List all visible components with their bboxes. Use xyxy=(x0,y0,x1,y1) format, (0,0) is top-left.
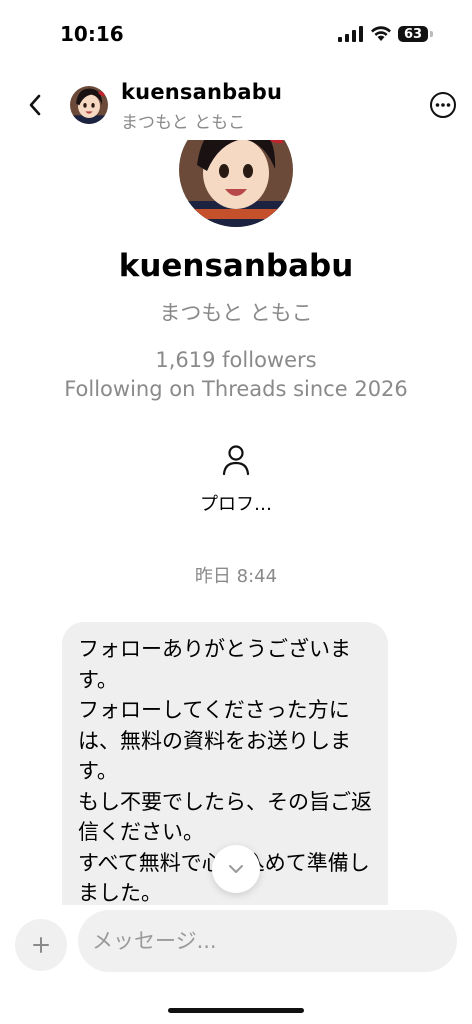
chat-header: kuensanbabu まつもと ともこ xyxy=(0,70,472,140)
status-bar: 10:16 63 xyxy=(0,0,472,70)
more-icon[interactable] xyxy=(429,91,457,119)
chevron-down-icon xyxy=(229,865,243,873)
message-composer xyxy=(0,905,472,1024)
following-since: Following on Threads since 2026 xyxy=(64,377,408,401)
profile-display-name: まつもと ともこ xyxy=(159,301,313,325)
status-time: 10:16 xyxy=(60,22,124,46)
header-username[interactable]: kuensanbabu xyxy=(121,80,282,104)
home-indicator xyxy=(168,1008,304,1013)
header-display-name: まつもと ともこ xyxy=(121,113,246,133)
plus-icon xyxy=(33,937,49,953)
scroll-to-bottom-button[interactable] xyxy=(212,845,260,893)
battery-tip xyxy=(430,31,433,37)
message-timestamp: 昨日 8:44 xyxy=(194,566,278,587)
view-profile-label: プロフ… xyxy=(200,494,272,515)
header-avatar[interactable] xyxy=(70,86,108,124)
profile-username: kuensanbabu xyxy=(118,248,354,284)
wifi-icon xyxy=(371,26,391,41)
signal-icon xyxy=(338,26,363,42)
view-profile-button[interactable]: プロフ… xyxy=(186,442,286,522)
followers-count: 1,619 followers xyxy=(155,348,317,372)
person-icon xyxy=(222,445,250,476)
message-input[interactable] xyxy=(78,910,457,972)
back-icon[interactable] xyxy=(24,90,46,120)
add-attachment-button[interactable] xyxy=(15,919,67,971)
battery-icon: 63 xyxy=(398,26,428,42)
